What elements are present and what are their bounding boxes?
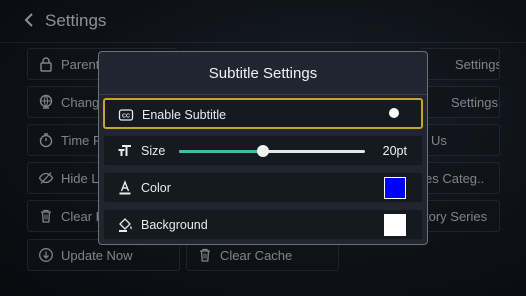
size-slider[interactable] — [179, 145, 365, 157]
toggle-knob — [389, 108, 399, 118]
enable-subtitle-toggle[interactable] — [379, 108, 399, 119]
text-color-swatch[interactable] — [384, 177, 406, 199]
paint-bucket-icon — [117, 217, 133, 233]
slider-handle[interactable] — [256, 145, 269, 157]
row-label: Enable Subtitle — [142, 108, 227, 122]
row-label: Background — [141, 218, 208, 232]
background-color-swatch[interactable] — [384, 214, 406, 236]
text-size-icon — [117, 143, 133, 159]
background-row[interactable]: Background — [103, 209, 423, 240]
text-color-icon — [117, 180, 133, 196]
svg-text:CC: CC — [122, 114, 130, 120]
row-label: Size — [141, 144, 166, 158]
closed-caption-icon: CC — [118, 107, 134, 123]
dialog-title: Subtitle Settings — [99, 52, 427, 95]
size-value: 20pt — [382, 144, 407, 158]
slider-fill — [179, 150, 263, 153]
row-label: Color — [141, 181, 171, 195]
size-row[interactable]: Size 20pt — [103, 135, 423, 166]
subtitle-settings-dialog: Subtitle Settings CC Enable Subtitle Siz… — [98, 51, 428, 245]
color-row[interactable]: Color — [103, 172, 423, 203]
enable-subtitle-row[interactable]: CC Enable Subtitle — [103, 98, 423, 129]
